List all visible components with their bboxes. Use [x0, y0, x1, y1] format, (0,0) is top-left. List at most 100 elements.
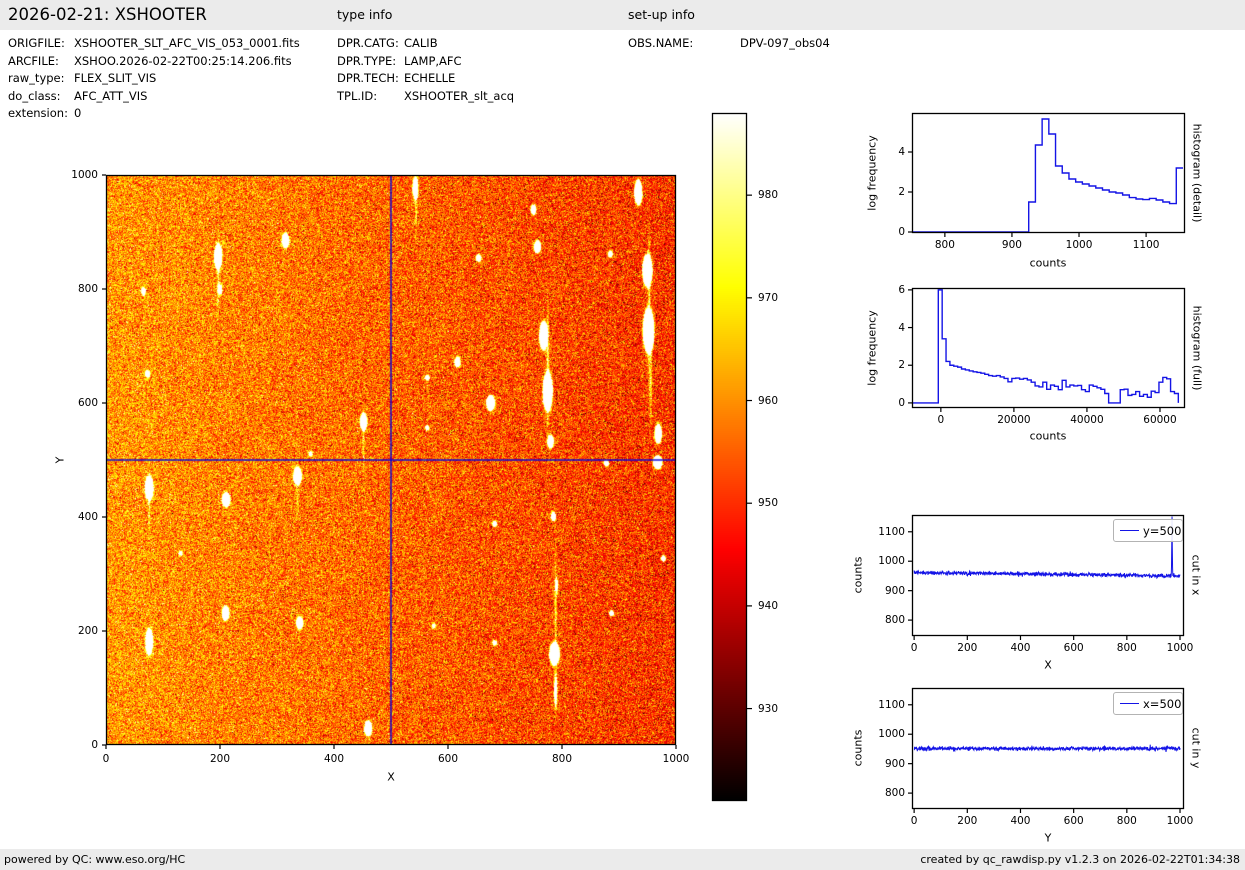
- tick-label: 0: [938, 414, 945, 426]
- cut-x-legend: y=500: [1113, 519, 1183, 542]
- tick-label: 60000: [1143, 414, 1176, 426]
- hist-detail-ylabel: log frequency: [866, 135, 879, 210]
- meta-value: DPV-097_obs04: [740, 36, 830, 50]
- footer-created-by: created by qc_rawdisp.py v1.2.3 on 2026-…: [920, 849, 1240, 870]
- tick-label: 1000: [878, 555, 905, 567]
- tick-label: 400: [324, 753, 344, 765]
- cut-x-legend-label: y=500: [1143, 524, 1181, 538]
- meta-label: DPR.TYPE:: [337, 54, 396, 68]
- tick-label: 400: [1010, 815, 1030, 827]
- type-info-heading: type info: [337, 0, 392, 30]
- colorbar-tick-label: 940: [758, 600, 778, 612]
- tick-label: 900: [885, 758, 905, 770]
- meta-label: TPL.ID:: [337, 89, 377, 103]
- colorbar-tick-label: 930: [758, 703, 778, 715]
- meta-label: ARCFILE:: [8, 54, 59, 68]
- tick-label: 1000: [71, 169, 98, 181]
- cut-x-ylabel: counts: [852, 557, 865, 594]
- meta-label: extension:: [8, 106, 68, 120]
- colorbar-tick-label: 980: [758, 189, 778, 201]
- tick-label: 400: [78, 511, 98, 523]
- hist-full-side-title: histogram (full): [1191, 306, 1204, 391]
- tick-label: 1100: [1133, 239, 1160, 251]
- tick-label: 600: [78, 397, 98, 409]
- page-title: 2026-02-21: XSHOOTER: [8, 0, 207, 30]
- tick-label: 0: [911, 642, 918, 654]
- tick-label: 900: [885, 585, 905, 597]
- tick-label: 40000: [1070, 414, 1103, 426]
- cut-y-side-title: cut in y: [1190, 728, 1203, 769]
- tick-label: 800: [552, 753, 572, 765]
- tick-label: 800: [885, 787, 905, 799]
- cut-y-xlabel: Y: [1045, 832, 1052, 845]
- tick-label: 400: [1010, 642, 1030, 654]
- tick-label: 800: [1117, 815, 1137, 827]
- hist-full-xlabel: counts: [1030, 430, 1067, 443]
- tick-label: 600: [438, 753, 458, 765]
- tick-label: 1000: [1066, 239, 1093, 251]
- main-yaxis-label: Y: [54, 457, 67, 464]
- main-xaxis-label: X: [387, 771, 395, 784]
- cut-x-xlabel: X: [1044, 659, 1052, 672]
- tick-label: 0: [898, 397, 905, 409]
- tick-label: 6: [898, 284, 905, 296]
- meta-value: CALIB: [404, 36, 438, 50]
- tick-label: 1000: [1167, 642, 1194, 654]
- tick-label: 1000: [878, 728, 905, 740]
- cut-y-legend: x=500: [1113, 692, 1183, 715]
- legend-line-sample: [1120, 703, 1139, 704]
- tick-label: 2: [898, 359, 905, 371]
- cut-y-legend-label: x=500: [1143, 697, 1181, 711]
- tick-label: 800: [78, 283, 98, 295]
- meta-label: OBS.NAME:: [628, 36, 693, 50]
- cut-x-side-title: cut in x: [1190, 555, 1203, 596]
- setup-info-heading: set-up info: [628, 0, 695, 30]
- meta-label: do_class:: [8, 89, 61, 103]
- hist-full-ylabel: log frequency: [866, 310, 879, 385]
- tick-label: 200: [957, 642, 977, 654]
- tick-label: 200: [957, 815, 977, 827]
- tick-label: 200: [78, 625, 98, 637]
- meta-label: DPR.TECH:: [337, 71, 399, 85]
- footer-bar: powered by QC: www.eso.org/HC created by…: [0, 849, 1245, 870]
- colorbar-tick-label: 970: [758, 292, 778, 304]
- tick-label: 0: [911, 815, 918, 827]
- colorbar-tick-label: 960: [758, 395, 778, 407]
- footer-powered-by: powered by QC: www.eso.org/HC: [4, 849, 185, 870]
- qc-report-page: { "header": { "title": "2026-02-21: XSHO…: [0, 0, 1245, 870]
- tick-label: 800: [935, 239, 955, 251]
- detector-image: [106, 175, 676, 745]
- tick-label: 2: [898, 186, 905, 198]
- tick-label: 4: [898, 146, 905, 158]
- meta-label: raw_type:: [8, 71, 65, 85]
- meta-label: DPR.CATG:: [337, 36, 399, 50]
- colorbar: [712, 113, 747, 801]
- tick-label: 900: [1002, 239, 1022, 251]
- meta-label: ORIGFILE:: [8, 36, 65, 50]
- tick-label: 20000: [997, 414, 1030, 426]
- histogram-detail-plot: [908, 114, 1185, 238]
- histogram-full-plot: [908, 289, 1185, 413]
- tick-label: 800: [885, 614, 905, 626]
- hist-detail-side-title: histogram (detail): [1191, 124, 1204, 223]
- tick-label: 1000: [663, 753, 690, 765]
- tick-label: 0: [103, 753, 110, 765]
- tick-label: 1100: [878, 699, 905, 711]
- tick-label: 4: [898, 322, 905, 334]
- cut-y-ylabel: counts: [852, 730, 865, 767]
- tick-label: 1000: [1167, 815, 1194, 827]
- meta-value: XSHOOTER_SLT_AFC_VIS_053_0001.fits: [74, 36, 300, 50]
- colorbar-tick-label: 950: [758, 497, 778, 509]
- meta-value: ECHELLE: [404, 71, 455, 85]
- header-bar: 2026-02-21: XSHOOTER type info set-up in…: [0, 0, 1245, 30]
- tick-label: 800: [1117, 642, 1137, 654]
- hist-detail-xlabel: counts: [1030, 257, 1067, 270]
- meta-value: 0: [74, 106, 81, 120]
- meta-value: XSHOOTER_slt_acq: [404, 89, 514, 103]
- tick-label: 1100: [878, 526, 905, 538]
- tick-label: 200: [210, 753, 230, 765]
- tick-label: 600: [1064, 815, 1084, 827]
- meta-value: LAMP,AFC: [404, 54, 462, 68]
- meta-value: AFC_ATT_VIS: [74, 89, 147, 103]
- tick-label: 0: [898, 226, 905, 238]
